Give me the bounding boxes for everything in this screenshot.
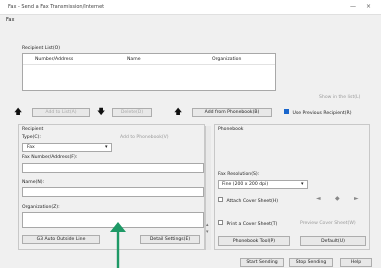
start-sending-button[interactable]: Start Sending xyxy=(240,258,284,267)
resolution-select[interactable]: Fine (200 x 200 dpi) ▾ xyxy=(218,180,308,189)
phonebook-tool-button[interactable]: Phonebook Tool(P) xyxy=(218,236,290,246)
add-from-phonebook-button[interactable]: Add from Phonebook(B) xyxy=(192,108,272,117)
help-button[interactable]: Help xyxy=(340,258,372,267)
name-input[interactable] xyxy=(22,187,204,197)
delete-button[interactable]: Delete(D) xyxy=(112,108,152,117)
speaker-icon: ► xyxy=(354,195,359,202)
list-header-divider xyxy=(23,64,275,65)
type-label: Type(C): xyxy=(22,135,41,140)
column-name[interactable]: Name xyxy=(127,57,141,62)
scrollbar[interactable]: ▴ ▾ xyxy=(205,126,211,250)
detail-settings-button[interactable]: Detail Settings(E) xyxy=(140,235,200,244)
auto-outside-line-button[interactable]: G3 Auto Outside Line xyxy=(22,235,100,244)
attach-coversheet-label: Attach Cover Sheet(H) xyxy=(226,199,279,204)
stop-sending-button[interactable]: Stop Sending xyxy=(289,258,333,267)
recipient-list[interactable]: Number/Address Name Organization xyxy=(22,53,276,91)
column-organization[interactable]: Organization xyxy=(212,57,241,62)
chevron-down-icon: ▾ xyxy=(301,181,304,187)
title-bar: Fax - Send a Fax Transmission/Internet —… xyxy=(0,0,381,15)
attach-coversheet-checkbox[interactable]: Attach Cover Sheet(H) xyxy=(218,197,278,204)
use-previous-label: Use Previous Recipient(R) xyxy=(292,111,352,116)
type-value: Fax xyxy=(27,145,35,150)
resolution-label: Fax Resolution(S): xyxy=(218,172,260,177)
checkbox-icon xyxy=(218,220,223,225)
add-to-list-button[interactable]: Add to List(A) xyxy=(32,108,90,117)
fax-number-input[interactable] xyxy=(22,163,204,173)
chevron-down-icon: ▾ xyxy=(105,144,108,150)
move-up-icon[interactable]: 🡅 xyxy=(14,108,22,116)
close-button[interactable]: × xyxy=(366,3,371,10)
window-title: Fax - Send a Fax Transmission/Internet xyxy=(8,4,105,10)
scroll-down-icon[interactable]: ▾ xyxy=(206,229,209,235)
recipient-list-label: Recipient List(O) xyxy=(22,46,61,51)
minimize-button[interactable]: — xyxy=(350,3,356,10)
use-previous-checkbox[interactable]: Use Previous Recipient(R) xyxy=(284,109,352,116)
dial-icon: ◆ xyxy=(335,195,340,202)
move-down-icon[interactable]: 🡇 xyxy=(97,108,105,116)
add-up-icon[interactable]: 🡅 xyxy=(174,108,182,116)
preview-coversheet-link[interactable]: Preview Cover Sheet(W) xyxy=(300,221,356,226)
checkbox-checked-icon xyxy=(284,109,289,114)
phonebook-section-title: Phonebook xyxy=(218,127,244,132)
default-button[interactable]: Default(U) xyxy=(300,236,366,246)
resolution-value: Fine (200 x 200 dpi) xyxy=(222,182,269,187)
column-number[interactable]: Number/Address xyxy=(35,57,73,62)
recipient-section-title: Recipient xyxy=(22,127,44,132)
menu-fax[interactable]: Fax xyxy=(6,17,14,23)
organization-label: Organization(Z): xyxy=(22,205,60,210)
scroll-up-icon[interactable]: ▴ xyxy=(206,222,209,228)
type-select[interactable]: Fax ▾ xyxy=(22,143,112,152)
checkbox-icon xyxy=(218,197,223,202)
volume-icon: ◄ xyxy=(316,195,321,202)
print-coversheet-checkbox[interactable]: Print a Cover Sheet(T) xyxy=(218,220,277,227)
annotation-arrow-icon xyxy=(110,222,126,268)
name-label: Name(N): xyxy=(22,180,45,185)
add-to-phonebook-link[interactable]: Add to Phonebook(V) xyxy=(120,135,169,140)
fax-number-label: Fax Number/Address(F): xyxy=(22,155,78,160)
show-in-list-link[interactable]: Show in the list(L) xyxy=(319,95,360,100)
print-coversheet-label: Print a Cover Sheet(T) xyxy=(226,222,278,227)
